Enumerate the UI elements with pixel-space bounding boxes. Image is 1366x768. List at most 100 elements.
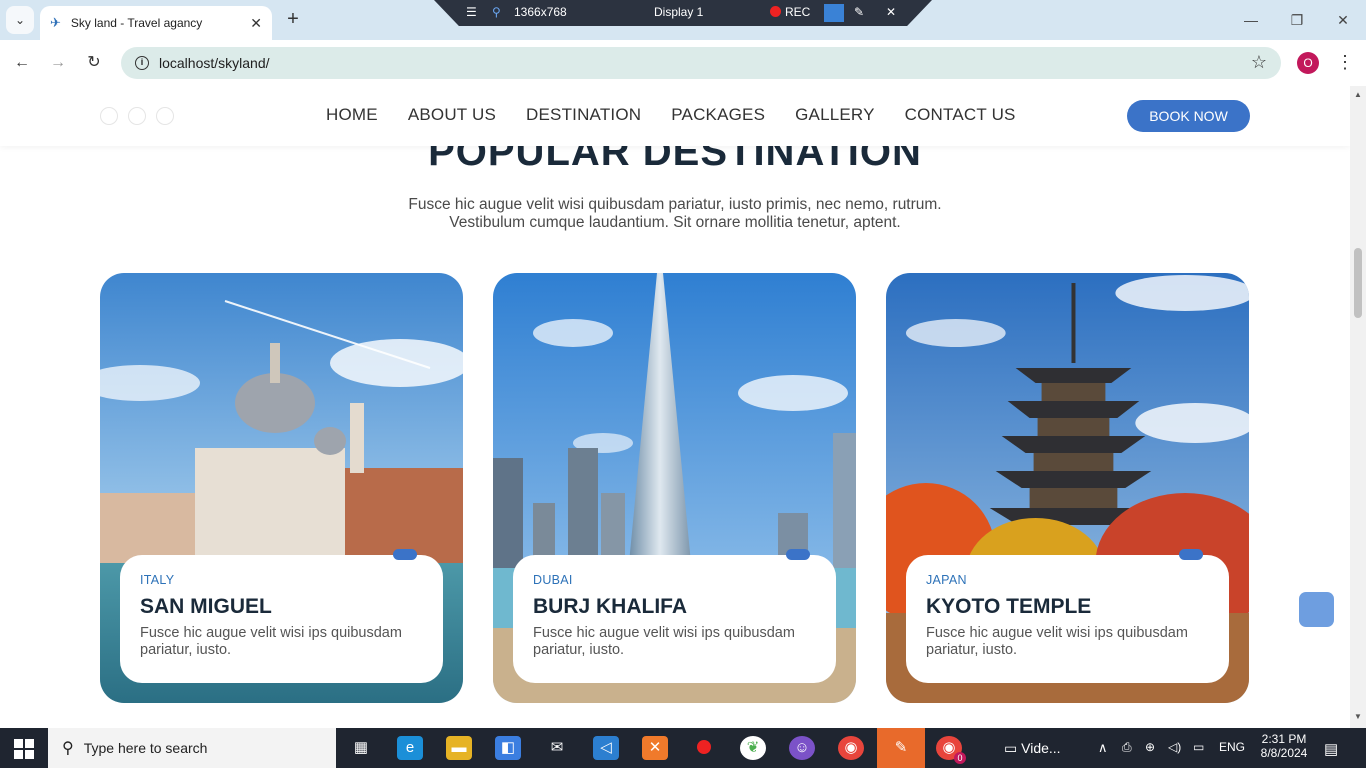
network-globe-icon[interactable]: ⊕ <box>1145 740 1155 754</box>
minimize-button[interactable]: — <box>1228 0 1274 40</box>
nav-destination[interactable]: DESTINATION <box>526 105 641 125</box>
card-title[interactable]: KYOTO TEMPLE <box>926 595 1209 619</box>
windows-taskbar: ⚲ Type here to search ▦ e ▬ ◧ ✉ ◁ ✕ ❦ ☺ … <box>0 728 1366 768</box>
social-circle-icon[interactable] <box>100 107 118 125</box>
mail-icon[interactable]: ✉ <box>544 736 570 760</box>
book-now-button[interactable]: BOOK NOW <box>1127 100 1250 132</box>
chrome-profile-icon[interactable]: ◉ 0 <box>936 736 966 764</box>
card-info: DUBAI BURJ KHALIFA Fusce hic augue velit… <box>513 549 836 683</box>
destination-card-japan[interactable]: JAPAN KYOTO TEMPLE Fusce hic augue velit… <box>886 273 1249 703</box>
address-bar[interactable]: i localhost/skyland/ ☆ <box>121 47 1281 79</box>
browser-menu-icon[interactable]: ⋮ <box>1336 52 1354 73</box>
windows-start-icon[interactable] <box>14 739 34 759</box>
card-accent-pill <box>1179 549 1203 560</box>
scroll-down-arrow-icon[interactable]: ▼ <box>1354 712 1362 721</box>
record-dot-icon <box>770 6 781 17</box>
nav-about-us[interactable]: ABOUT US <box>408 105 496 125</box>
video-app-button[interactable]: ▭ Vide... <box>1004 740 1061 757</box>
postman-icon[interactable]: ✎ <box>877 728 925 768</box>
destination-card-italy[interactable]: ITALY SAN MIGUEL Fusce hic augue velit w… <box>100 273 463 703</box>
task-view-icon[interactable]: ▦ <box>348 736 374 760</box>
card-description: Fusce hic augue velit wisi ips quibusdam… <box>140 625 402 658</box>
card-info: ITALY SAN MIGUEL Fusce hic augue velit w… <box>120 549 443 683</box>
site-header: HOME ABOUT US DESTINATION PACKAGES GALLE… <box>0 86 1350 146</box>
reload-icon[interactable]: ↻ <box>81 50 107 76</box>
menu-icon[interactable]: ☰ <box>466 5 477 19</box>
edge-icon[interactable]: e <box>397 736 423 760</box>
chrome-icon[interactable]: ◉ <box>838 736 864 760</box>
search-icon: ⚲ <box>62 740 74 757</box>
nav-contact-us[interactable]: CONTACT US <box>905 105 1016 125</box>
social-dots <box>100 107 174 125</box>
card-description: Fusce hic augue velit wisi ips quibusdam… <box>926 625 1188 658</box>
camera-icon[interactable] <box>824 4 844 22</box>
battery-icon[interactable]: ▭ <box>1193 740 1204 754</box>
rec-label: REC <box>785 5 811 19</box>
card-country: JAPAN <box>926 573 967 587</box>
nav-home[interactable]: HOME <box>326 105 378 125</box>
social-circle-icon[interactable] <box>128 107 146 125</box>
github-icon[interactable]: ☺ <box>789 736 815 760</box>
tab-title: Sky land - Travel agancy <box>70 16 203 30</box>
main-nav: HOME ABOUT US DESTINATION PACKAGES GALLE… <box>326 105 1016 125</box>
page-viewport: HOME ABOUT US DESTINATION PACKAGES GALLE… <box>0 86 1350 728</box>
card-country: DUBAI <box>533 573 573 587</box>
taskbar-search-placeholder: Type here to search <box>83 740 208 756</box>
volume-icon[interactable]: ◁) <box>1168 740 1181 754</box>
card-description: Fusce hic augue velit wisi ips quibusdam… <box>533 625 795 658</box>
card-info: JAPAN KYOTO TEMPLE Fusce hic augue velit… <box>906 549 1229 683</box>
recorder-app-icon[interactable] <box>691 736 717 760</box>
tray-chevron-up-icon[interactable]: ∧ <box>1098 740 1108 756</box>
nav-packages[interactable]: PACKAGES <box>671 105 765 125</box>
chevron-down-icon: ⌄ <box>14 13 26 27</box>
vscode-icon[interactable]: ◁ <box>593 736 619 760</box>
clock[interactable]: 2:31 PM 8/8/2024 <box>1259 732 1309 760</box>
destination-card-dubai[interactable]: DUBAI BURJ KHALIFA Fusce hic augue velit… <box>493 273 856 703</box>
restore-button[interactable]: ❐ <box>1274 0 1320 40</box>
card-accent-pill <box>393 549 417 560</box>
language-indicator[interactable]: ENG <box>1219 740 1245 754</box>
pin-icon[interactable]: ⚲ <box>492 5 501 19</box>
tab-search-button[interactable]: ⌄ <box>6 6 34 34</box>
store-icon[interactable]: ◧ <box>495 736 521 760</box>
clock-date: 8/8/2024 <box>1260 746 1308 760</box>
rec-button[interactable]: REC <box>770 5 810 19</box>
pen-icon[interactable]: ✎ <box>854 5 864 19</box>
active-tab[interactable]: ✈ Sky land - Travel agancy ✕ <box>40 6 272 40</box>
xampp-icon[interactable]: ✕ <box>642 736 668 760</box>
bookmark-star-icon[interactable]: ☆ <box>1251 52 1267 73</box>
section-subtitle: Fusce hic augue velit wisi quibusdam par… <box>408 196 942 231</box>
page-scrollbar[interactable]: ▲ ▼ <box>1350 86 1366 728</box>
card-country: ITALY <box>140 573 175 587</box>
video-app-label: Vide... <box>1021 740 1061 756</box>
card-title[interactable]: BURJ KHALIFA <box>533 595 816 619</box>
close-tab-icon[interactable]: ✕ <box>250 15 262 32</box>
scroll-up-arrow-icon[interactable]: ▲ <box>1354 90 1362 99</box>
site-info-icon[interactable]: i <box>135 56 149 70</box>
social-circle-icon[interactable] <box>156 107 174 125</box>
card-accent-pill <box>786 549 810 560</box>
tab-strip: ⌄ ✈ Sky land - Travel agancy ✕ + ☰ ⚲ 136… <box>0 0 1366 40</box>
file-explorer-icon[interactable]: ▬ <box>446 736 472 760</box>
scroll-to-top-button[interactable] <box>1299 592 1334 627</box>
new-tab-button[interactable]: + <box>282 8 304 30</box>
profile-avatar[interactable]: O <box>1297 52 1319 74</box>
chrome-badge: 0 <box>954 752 966 764</box>
mongodb-icon[interactable]: ❦ <box>740 736 766 760</box>
card-title[interactable]: SAN MIGUEL <box>140 595 423 619</box>
taskbar-search[interactable]: ⚲ Type here to search <box>48 728 336 768</box>
plane-favicon-icon: ✈ <box>50 15 61 30</box>
forward-arrow-icon[interactable]: → <box>45 50 71 76</box>
back-arrow-icon[interactable]: ← <box>9 50 35 76</box>
scroll-thumb[interactable] <box>1354 248 1362 318</box>
notification-icon[interactable]: ▤ <box>1324 740 1338 758</box>
meet-icon[interactable]: ⎙ <box>1122 740 1132 755</box>
clock-time: 2:31 PM <box>1261 732 1307 746</box>
url-text[interactable]: localhost/skyland/ <box>159 55 270 71</box>
close-recorder-icon[interactable]: ✕ <box>886 5 896 19</box>
screen-recorder-bar: ☰ ⚲ 1366x768 Display 1 REC ✎ ✕ <box>434 0 932 26</box>
close-window-button[interactable]: ✕ <box>1320 0 1366 40</box>
resolution-label: 1366x768 <box>514 5 567 19</box>
nav-gallery[interactable]: GALLERY <box>795 105 875 125</box>
display-label: Display 1 <box>654 5 704 19</box>
